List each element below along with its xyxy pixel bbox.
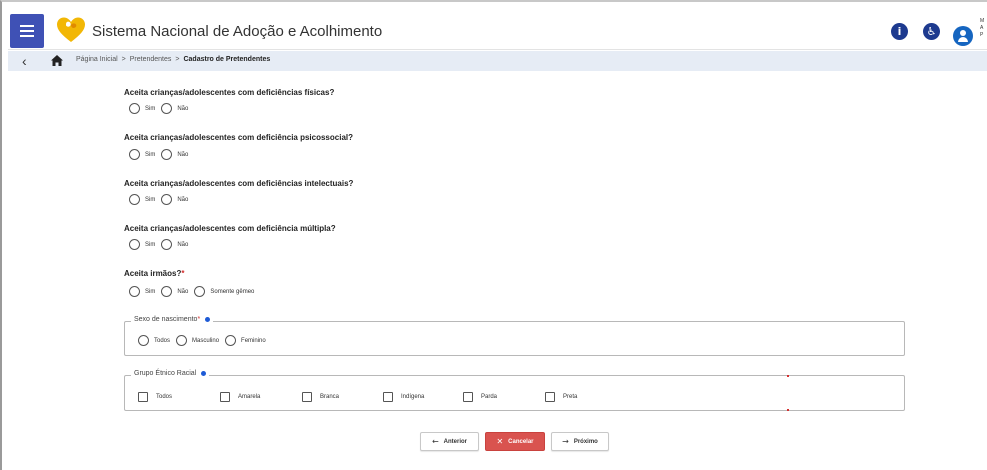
back-arrow-icon[interactable]: ‹	[22, 52, 27, 70]
radio-sim[interactable]	[129, 149, 140, 160]
home-icon[interactable]	[50, 54, 64, 67]
radio-label-somente-gemeo: Somente gêmeo	[210, 288, 255, 295]
info-icon[interactable]: i	[891, 23, 908, 40]
breadcrumb-separator: >	[175, 56, 180, 63]
fieldset-grupo-etnico-racial: Grupo Étnico Racial Todos Amarela Branca…	[124, 370, 905, 411]
arrow-left-icon: ←	[431, 437, 439, 446]
user-avatar-icon[interactable]	[953, 26, 973, 46]
checkbox-todos[interactable]	[138, 392, 148, 402]
radio-todos[interactable]	[138, 335, 149, 346]
info-dot-icon[interactable]	[205, 317, 211, 322]
radio-group-deficiencias-intelectuais: Sim Não	[129, 194, 194, 205]
radio-group-deficiencia-multipla: Sim Não	[129, 239, 194, 250]
radio-label-nao: Não	[177, 288, 189, 295]
radio-sim[interactable]	[129, 194, 140, 205]
checkbox-label: Branca	[320, 394, 340, 400]
radio-nao[interactable]	[161, 194, 173, 205]
checkbox-item-indigena: Indígena	[383, 392, 424, 402]
radio-label-sim: Sim	[145, 196, 156, 203]
menu-icon[interactable]	[10, 14, 44, 48]
radio-label-masculino: Masculino	[192, 337, 220, 344]
breadcrumb-bar: ‹ Página Inicial > Pretendentes > Cadastro d…	[8, 51, 987, 71]
radio-group-sexo: Todos Masculino Feminino	[138, 335, 272, 346]
radio-label-nao: Não	[177, 105, 189, 112]
radio-label-nao: Não	[177, 241, 189, 248]
fieldset-legend: Grupo Étnico Racial	[131, 370, 210, 377]
checkbox-item-branca: Branca	[302, 392, 339, 402]
legend-label: Sexo de nascimento	[134, 316, 198, 323]
radio-label-sim: Sim	[145, 151, 156, 158]
radio-nao[interactable]	[161, 286, 173, 297]
radio-nao[interactable]	[161, 103, 173, 114]
radio-feminino[interactable]	[225, 335, 237, 346]
radio-sim[interactable]	[129, 286, 140, 297]
info-dot-icon[interactable]	[201, 371, 207, 376]
resize-marker	[787, 375, 789, 377]
question-label: Aceita irmãos?	[124, 269, 182, 278]
checkbox-label: Parda	[481, 394, 498, 400]
checkbox-label: Amarela	[238, 394, 261, 400]
breadcrumb: Página Inicial > Pretendentes > Cadastro de …	[76, 56, 270, 63]
required-marker: *	[181, 269, 185, 278]
proximo-label: Próximo	[573, 438, 598, 445]
user-info-line: P	[980, 32, 984, 38]
breadcrumb-current: Cadastro de Pretendentes	[183, 56, 271, 63]
breadcrumb-home[interactable]: Página Inicial	[76, 56, 118, 63]
anterior-label: Anterior	[443, 438, 468, 445]
radio-label-todos: Todos	[154, 337, 171, 344]
radio-label-nao: Não	[177, 151, 189, 158]
checkbox-label: Preta	[563, 394, 578, 400]
checkbox-item-parda: Parda	[463, 392, 497, 402]
accessibility-icon[interactable]: ♿	[923, 23, 940, 40]
radio-group-aceita-irmaos: Sim Não Somente gêmeo	[129, 286, 260, 297]
radio-nao[interactable]	[161, 149, 173, 160]
user-info-line: A	[980, 25, 984, 31]
breadcrumb-separator: >	[121, 56, 126, 63]
radio-label-sim: Sim	[145, 288, 156, 295]
cancelar-button[interactable]: ✕ Cancelar	[485, 432, 545, 451]
radio-nao[interactable]	[161, 239, 173, 250]
question-aceita-irmaos: Aceita irmãos?*	[124, 269, 184, 278]
resize-marker	[787, 409, 789, 411]
radio-sim[interactable]	[129, 103, 140, 114]
question-deficiencia-multipla: Aceita crianças/adolescentes com deficiê…	[124, 224, 336, 233]
radio-label-sim: Sim	[145, 241, 156, 248]
radio-masculino[interactable]	[176, 335, 188, 346]
proximo-button[interactable]: → Próximo	[551, 432, 609, 451]
radio-sim[interactable]	[129, 239, 140, 250]
radio-somente-gemeo[interactable]	[194, 286, 206, 297]
radio-label-sim: Sim	[145, 105, 156, 112]
question-deficiencias-intelectuais: Aceita crianças/adolescentes com deficiê…	[124, 179, 354, 188]
radio-group-deficiencia-psicossocial: Sim Não	[129, 149, 194, 160]
fieldset-legend: Sexo de nascimento *	[131, 316, 214, 323]
checkbox-amarela[interactable]	[220, 392, 230, 402]
checkbox-preta[interactable]	[545, 392, 555, 402]
radio-label-feminino: Feminino	[241, 337, 266, 344]
checkbox-item-todos: Todos	[138, 392, 172, 402]
checkbox-parda[interactable]	[463, 392, 473, 402]
fieldset-sexo-nascimento: Sexo de nascimento * Todos Masculino Femi…	[124, 316, 905, 356]
user-info: M A P	[980, 18, 984, 39]
radio-label-nao: Não	[177, 196, 189, 203]
checkbox-indigena[interactable]	[383, 392, 393, 402]
top-bar: Sistema Nacional de Adoção e Acolhimento…	[8, 12, 987, 50]
cancelar-label: Cancelar	[508, 438, 534, 445]
app-title: Sistema Nacional de Adoção e Acolhimento	[92, 23, 383, 40]
radio-group-deficiencias-fisicas: Sim Não	[129, 103, 194, 114]
checkbox-label: Indígena	[401, 394, 425, 400]
close-icon: ✕	[496, 437, 504, 446]
arrow-right-icon: →	[562, 437, 569, 446]
legend-label: Grupo Étnico Racial	[134, 370, 197, 377]
breadcrumb-pretendentes[interactable]: Pretendentes	[130, 56, 172, 63]
checkbox-item-amarela: Amarela	[220, 392, 260, 402]
checkbox-item-preta: Preta	[545, 392, 577, 402]
checkbox-label: Todos	[156, 394, 173, 400]
heart-logo-icon	[57, 17, 85, 42]
user-info-line: M	[980, 18, 985, 24]
question-deficiencia-psicossocial: Aceita crianças/adolescentes com deficiê…	[124, 133, 353, 142]
anterior-button[interactable]: ← Anterior	[420, 432, 479, 451]
checkbox-branca[interactable]	[302, 392, 312, 402]
required-marker: *	[197, 316, 201, 323]
question-deficiencias-fisicas: Aceita crianças/adolescentes com deficiê…	[124, 88, 335, 97]
